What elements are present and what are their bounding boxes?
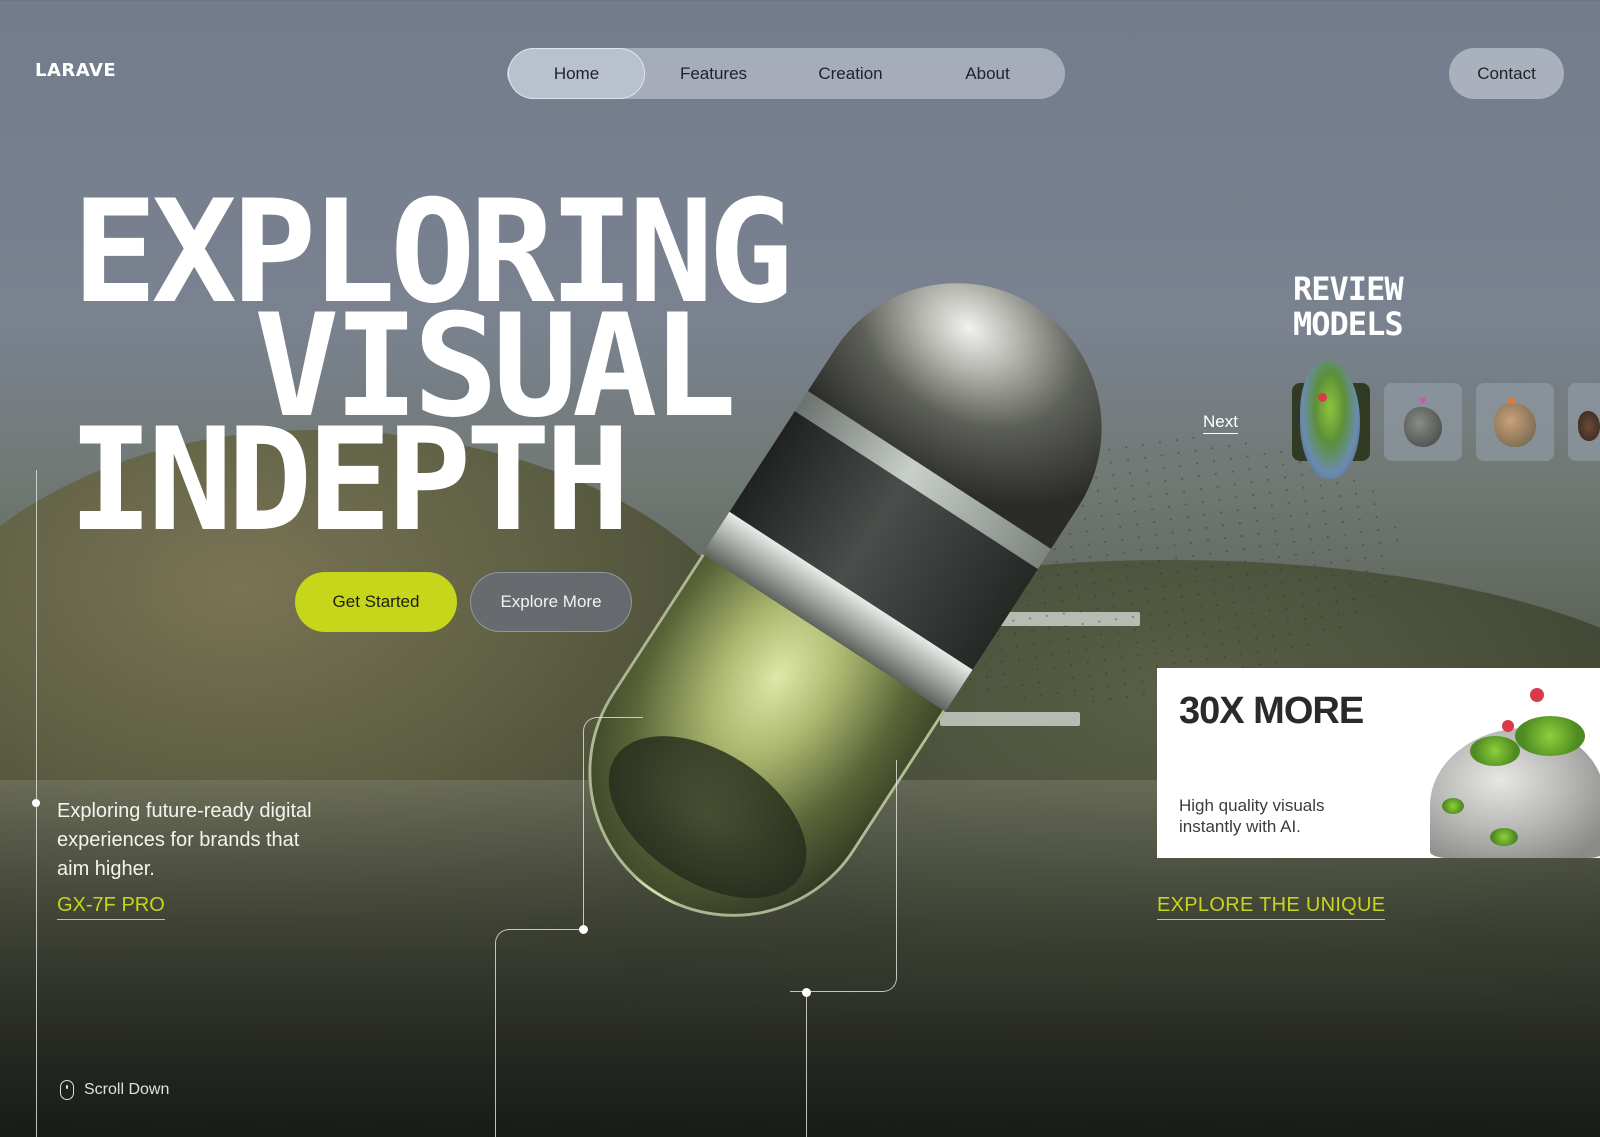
moss-patch [1515,716,1585,756]
explore-more-button[interactable]: Explore More [470,572,632,632]
scroll-down-label: Scroll Down [84,1081,170,1098]
contact-button[interactable]: Contact [1449,48,1564,99]
moss-rock-image [1430,688,1600,858]
left-line-dot [32,799,40,807]
nav-item-features[interactable]: Features [645,48,782,99]
background-building [940,712,1080,726]
connector-line [583,717,643,929]
explore-the-unique-link[interactable]: EXPLORE THE UNIQUE [1157,894,1386,920]
connector-dot [579,925,588,934]
nav-item-creation[interactable]: Creation [782,48,919,99]
hero-lead-text: Exploring future-ready digital experienc… [57,800,312,880]
flower-image [1530,688,1544,702]
model-thumbnail[interactable] [1568,383,1600,461]
model-thumbnail[interactable] [1384,383,1462,461]
connector-line [790,760,897,992]
review-title-line2: MODELS [1293,305,1404,343]
moss-patch [1490,828,1518,846]
model-thumbnail[interactable] [1292,361,1370,479]
flower-image [1502,720,1514,732]
model-thumbnail[interactable] [1476,383,1554,461]
get-started-button[interactable]: Get Started [295,572,457,632]
nav-item-about[interactable]: About [919,48,1056,99]
main-nav: Home Features Creation About [508,48,1065,99]
moss-rock-image [1300,361,1360,479]
promo-title: 30X MORE [1179,690,1364,732]
next-button[interactable]: Next [1203,412,1238,434]
rock-image [1404,407,1442,447]
connector-line [806,992,807,1137]
flower-image [1318,393,1327,402]
nav-item-home[interactable]: Home [508,48,645,99]
connector-dot [802,988,811,997]
scroll-down-indicator[interactable]: Scroll Down [60,1080,169,1100]
promo-subtitle: High quality visuals instantly with AI. [1179,796,1325,836]
brand-logo[interactable]: LARAVE [35,60,116,81]
flower-image [1508,397,1515,404]
mouse-icon [60,1080,74,1100]
rock-image [1578,411,1600,441]
rock-image [1494,403,1536,447]
review-title-line1: REVIEW [1293,270,1404,308]
gx-7f-pro-link[interactable]: GX-7F PRO [57,894,165,920]
flower-image [1420,397,1426,403]
connector-line [495,929,585,1137]
review-models-title: REVIEW MODELS [1293,270,1404,343]
moss-patch [1470,736,1520,766]
promo-card: 30X MORE High quality visuals instantly … [1157,668,1600,858]
moss-patch [1442,798,1464,814]
hero-headline-line3: INDEPTH [68,398,630,563]
